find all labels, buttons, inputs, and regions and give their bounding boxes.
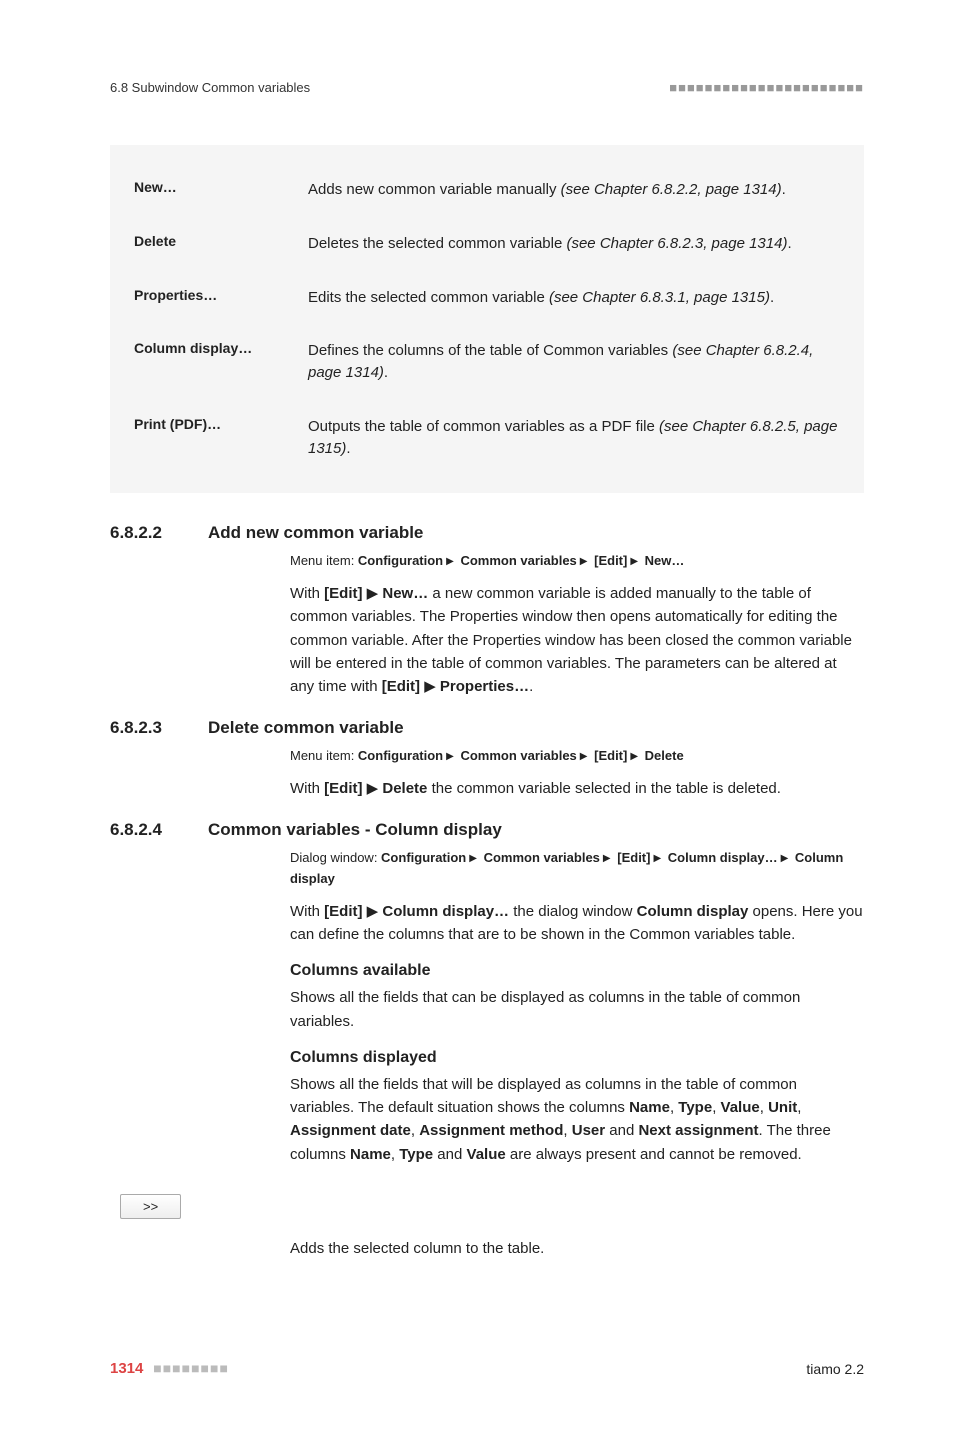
subheading: Columns available xyxy=(290,962,864,980)
def-row: Delete Deletes the selected common varia… xyxy=(134,217,840,271)
triangle-icon: ▶ xyxy=(627,556,641,567)
def-desc: Defines the columns of the table of Comm… xyxy=(308,340,840,384)
def-desc: Adds new common variable manually (see C… xyxy=(308,179,840,201)
section-title: Delete common variable xyxy=(208,718,404,738)
triangle-icon: ▶ xyxy=(600,853,614,864)
def-row: Column display… Defines the columns of t… xyxy=(134,324,840,400)
triangle-icon: ▶ xyxy=(443,751,457,762)
page-header: 6.8 Subwindow Common variables ■■■■■■■■■… xyxy=(110,80,864,95)
def-label: Delete xyxy=(134,233,284,255)
section-title: Add new common variable xyxy=(208,523,423,543)
section-number: 6.8.2.4 xyxy=(110,820,190,840)
section-heading: 6.8.2.2 Add new common variable xyxy=(110,523,864,543)
triangle-icon: ▶ xyxy=(363,780,383,797)
body-text: With [Edit] ▶ Delete the common variable… xyxy=(290,777,864,800)
triangle-icon: ▶ xyxy=(420,678,440,695)
body-text: Shows all the fields that will be displa… xyxy=(290,1073,864,1166)
footer-product: tiamo 2.2 xyxy=(806,1361,864,1377)
def-label: Properties… xyxy=(134,287,284,309)
triangle-icon: ▶ xyxy=(443,556,457,567)
triangle-icon: ▶ xyxy=(577,556,591,567)
page-footer: 1314 ■■■■■■■■ tiamo 2.2 xyxy=(110,1360,864,1377)
section-number: 6.8.2.2 xyxy=(110,523,190,543)
triangle-icon: ▶ xyxy=(466,853,480,864)
section-title: Common variables - Column display xyxy=(208,820,502,840)
add-column-button[interactable]: >> xyxy=(120,1194,181,1219)
def-desc: Deletes the selected common variable (se… xyxy=(308,233,840,255)
menu-path: Menu item: Configuration▶ Common variabl… xyxy=(290,746,864,767)
footer-decoration: ■■■■■■■■ xyxy=(153,1360,229,1376)
def-row: Print (PDF)… Outputs the table of common… xyxy=(134,400,840,476)
body-text: With [Edit] ▶ Column display… the dialog… xyxy=(290,900,864,947)
triangle-icon: ▶ xyxy=(650,853,664,864)
triangle-icon: ▶ xyxy=(363,585,383,602)
menu-path: Dialog window: Configuration▶ Common var… xyxy=(290,848,864,890)
triangle-icon: ▶ xyxy=(577,751,591,762)
header-decoration: ■■■■■■■■■■■■■■■■■■■■■■ xyxy=(669,80,864,95)
subheading: Columns displayed xyxy=(290,1049,864,1067)
def-label: Print (PDF)… xyxy=(134,416,284,460)
page-number: 1314 xyxy=(110,1360,143,1377)
section-heading: 6.8.2.4 Common variables - Column displa… xyxy=(110,820,864,840)
def-row: New… Adds new common variable manually (… xyxy=(134,163,840,217)
header-section: 6.8 Subwindow Common variables xyxy=(110,80,310,95)
menu-definitions-table: New… Adds new common variable manually (… xyxy=(110,145,864,493)
def-label: New… xyxy=(134,179,284,201)
section-heading: 6.8.2.3 Delete common variable xyxy=(110,718,864,738)
triangle-icon: ▶ xyxy=(778,853,792,864)
body-text: With [Edit] ▶ New… a new common variable… xyxy=(290,582,864,698)
body-text: Shows all the fields that can be display… xyxy=(290,986,864,1033)
section-number: 6.8.2.3 xyxy=(110,718,190,738)
triangle-icon: ▶ xyxy=(627,751,641,762)
menu-path: Menu item: Configuration▶ Common variabl… xyxy=(290,551,864,572)
button-caption: Adds the selected column to the table. xyxy=(290,1237,864,1260)
def-row: Properties… Edits the selected common va… xyxy=(134,271,840,325)
def-desc: Edits the selected common variable (see … xyxy=(308,287,840,309)
triangle-icon: ▶ xyxy=(363,903,383,920)
def-desc: Outputs the table of common variables as… xyxy=(308,416,840,460)
def-label: Column display… xyxy=(134,340,284,384)
